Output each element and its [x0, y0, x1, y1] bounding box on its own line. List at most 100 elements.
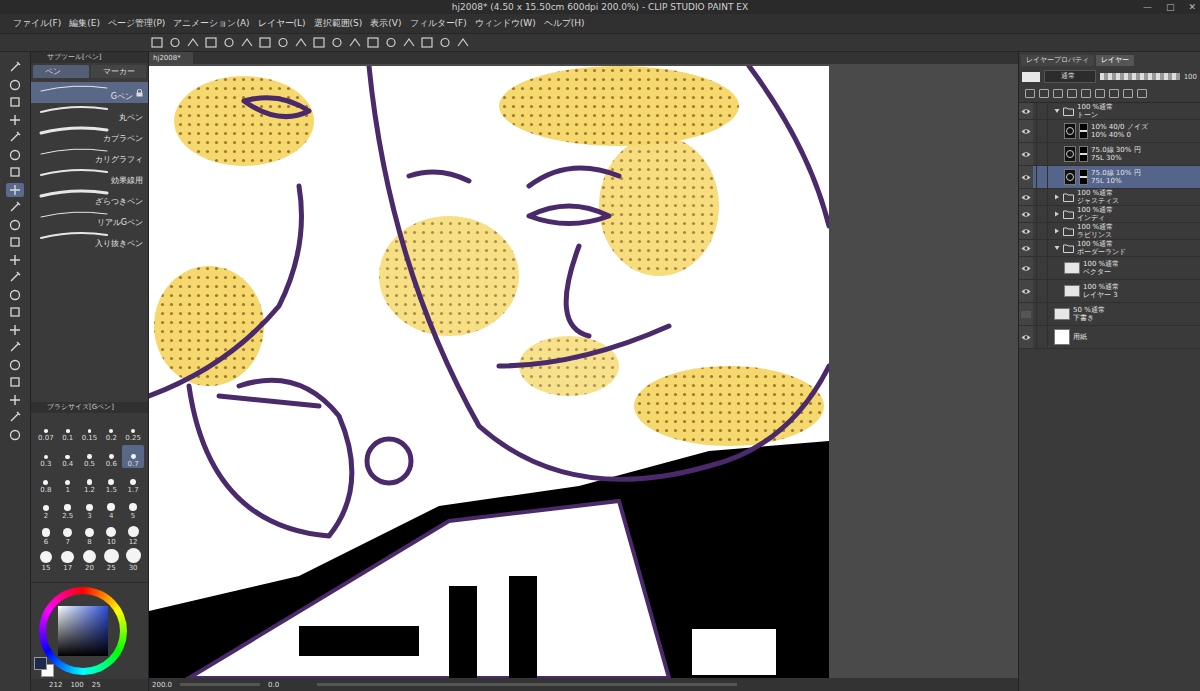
tool-button[interactable]: [6, 183, 24, 197]
tool-button[interactable]: [6, 253, 24, 267]
command-icon[interactable]: [294, 36, 308, 49]
brush-size-option[interactable]: 7: [57, 523, 79, 546]
tool-button[interactable]: [6, 60, 24, 74]
lock-toggle[interactable]: [1036, 120, 1048, 142]
layer-tool-icon[interactable]: [1053, 89, 1063, 98]
tool-button[interactable]: [6, 340, 24, 354]
visibility-toggle[interactable]: [1019, 326, 1033, 348]
brush-size-option[interactable]: 8: [79, 523, 101, 546]
layer-row[interactable]: 100 %通常インディ: [1019, 206, 1200, 223]
menu-item[interactable]: ウィンドウ(W): [472, 17, 539, 30]
brush-size-option[interactable]: 20: [79, 549, 101, 572]
visibility-toggle[interactable]: [1019, 280, 1033, 302]
command-icon[interactable]: [402, 36, 416, 49]
command-icon[interactable]: [222, 36, 236, 49]
brush-size-option[interactable]: 6: [35, 523, 57, 546]
brush-size-option[interactable]: 0.07: [35, 419, 57, 442]
layer-row[interactable]: 100 %通常ベクター: [1019, 257, 1200, 280]
visibility-toggle[interactable]: [1019, 257, 1033, 279]
command-icon[interactable]: [384, 36, 398, 49]
brush-size-option[interactable]: 0.3: [35, 445, 57, 468]
tool-button[interactable]: [6, 165, 24, 179]
sub-tool-item[interactable]: 入り抜きペン: [31, 229, 148, 250]
sub-tool-item[interactable]: リアルGペン: [31, 208, 148, 229]
lock-toggle[interactable]: [1036, 206, 1048, 222]
tool-button[interactable]: [6, 288, 24, 302]
menu-item[interactable]: 表示(V): [367, 17, 404, 30]
tool-button[interactable]: [6, 410, 24, 424]
menu-item[interactable]: ファイル(F): [10, 17, 64, 30]
tool-button[interactable]: [6, 305, 24, 319]
command-icon[interactable]: [168, 36, 182, 49]
expand-arrow-icon[interactable]: [1054, 194, 1060, 200]
opacity-value[interactable]: 100: [1184, 73, 1197, 81]
main-color-swatch[interactable]: [34, 657, 47, 670]
tool-button[interactable]: [6, 375, 24, 389]
brush-size-option[interactable]: 1.5: [100, 471, 122, 494]
document-tab[interactable]: hj2008*: [149, 52, 193, 64]
lock-toggle[interactable]: [1036, 280, 1048, 302]
brush-size-option[interactable]: 2.5: [57, 497, 79, 520]
layer-row[interactable]: 用紙: [1019, 326, 1200, 349]
tool-button[interactable]: [6, 78, 24, 92]
command-icon[interactable]: [366, 36, 380, 49]
command-icon[interactable]: [348, 36, 362, 49]
window-control-button[interactable]: —: [1143, 0, 1152, 14]
command-icon[interactable]: [456, 36, 470, 49]
tool-button[interactable]: [6, 148, 24, 162]
visibility-toggle[interactable]: [1019, 143, 1033, 165]
panel-tab[interactable]: レイヤー: [1096, 55, 1134, 66]
window-control-button[interactable]: ✕: [1188, 0, 1196, 14]
tool-button[interactable]: [6, 95, 24, 109]
layer-row[interactable]: 75.0線 30% 円75L 30%: [1019, 143, 1200, 166]
visibility-toggle[interactable]: [1019, 103, 1033, 119]
brush-size-option[interactable]: 12: [122, 523, 144, 546]
command-icon[interactable]: [276, 36, 290, 49]
layer-tool-icon[interactable]: [1109, 89, 1119, 98]
visibility-toggle[interactable]: [1019, 166, 1033, 188]
layer-color-swatch[interactable]: [1022, 72, 1040, 82]
command-icon[interactable]: [204, 36, 218, 49]
visibility-toggle[interactable]: [1019, 189, 1033, 205]
brush-size-option[interactable]: 30: [122, 549, 144, 572]
command-icon[interactable]: [150, 36, 164, 49]
panel-tab[interactable]: レイヤープロパティ: [1021, 55, 1094, 66]
visibility-toggle[interactable]: [1019, 206, 1033, 222]
lock-toggle[interactable]: [1036, 326, 1048, 348]
brush-size-option[interactable]: 1.7: [122, 471, 144, 494]
brush-size-option[interactable]: 0.8: [35, 471, 57, 494]
tool-button[interactable]: [6, 113, 24, 127]
layer-row[interactable]: 75.0線 10% 円75L 10%: [1019, 166, 1200, 189]
visibility-toggle[interactable]: [1019, 303, 1033, 325]
menu-item[interactable]: 編集(E): [66, 17, 103, 30]
layer-tool-icon[interactable]: [1095, 89, 1105, 98]
lock-toggle[interactable]: [1036, 143, 1048, 165]
artwork-canvas[interactable]: [149, 66, 829, 678]
brush-size-option[interactable]: 5: [122, 497, 144, 520]
lock-toggle[interactable]: [1036, 166, 1048, 188]
color-wheel[interactable]: [39, 587, 127, 675]
layer-row[interactable]: 50 %通常下書き: [1019, 303, 1200, 326]
layer-tool-icon[interactable]: [1025, 89, 1035, 98]
tool-button[interactable]: [6, 130, 24, 144]
sub-tool-item[interactable]: カリグラフィ: [31, 145, 148, 166]
brush-size-option[interactable]: 0.7: [122, 445, 144, 468]
tool-button[interactable]: [6, 200, 24, 214]
lock-toggle[interactable]: [1036, 223, 1048, 239]
command-icon[interactable]: [312, 36, 326, 49]
zoom-slider[interactable]: [180, 683, 260, 686]
layer-tool-icon[interactable]: [1137, 89, 1147, 98]
layer-row[interactable]: 100 %通常レイヤー 3: [1019, 280, 1200, 303]
opacity-slider[interactable]: [1100, 73, 1180, 80]
tool-button[interactable]: [6, 393, 24, 407]
lock-toggle[interactable]: [1036, 257, 1048, 279]
command-icon[interactable]: [186, 36, 200, 49]
lock-toggle[interactable]: [1036, 189, 1048, 205]
brush-size-option[interactable]: 0.6: [100, 445, 122, 468]
visibility-toggle[interactable]: [1019, 223, 1033, 239]
expand-arrow-icon[interactable]: [1054, 211, 1060, 217]
sub-tool-tab[interactable]: マーカー: [91, 65, 147, 78]
rotation-value[interactable]: 0.0: [268, 681, 279, 689]
command-icon[interactable]: [330, 36, 344, 49]
command-icon[interactable]: [240, 36, 254, 49]
